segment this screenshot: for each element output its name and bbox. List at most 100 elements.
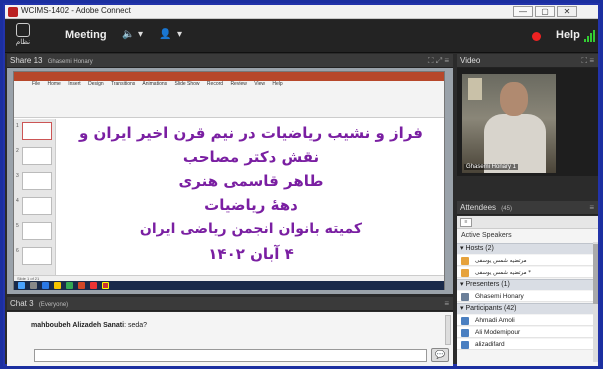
attendee-view-toggle-icon[interactable]: ≡ [460,218,472,227]
close-button[interactable]: ✕ [557,6,577,17]
attendee-row[interactable]: Ali Modemipour [457,327,598,338]
slide-text-line: طاهر قاسمی هنری [178,172,324,190]
slide-text-line: ۴ آبان ۱۴۰۲ [208,245,294,263]
ribbon-tab: Review [230,81,247,87]
hosts-group-header[interactable]: ▾ Hosts (2) [457,243,598,254]
slide-thumbnail: 4 [16,197,52,215]
ribbon-tab: Transitions [110,81,136,87]
start-icon [18,282,25,289]
attendee-row[interactable]: alizadifard [457,339,598,350]
chat-scrollbar[interactable] [445,315,451,345]
ribbon-tab: Animations [142,81,168,87]
slide-thumbnail: 5 [16,222,52,240]
share-presenter-name: Ghasemi Honary [47,59,93,65]
slide-text-line: کمیته بانوان انجمن ریاضی ایران [139,221,363,237]
slide-text-line: دههٔ ریاضیات [204,196,298,214]
chat-pod-menu-icon[interactable]: ≡ [444,297,449,311]
speaker-dropdown-icon[interactable]: ▾ [138,29,143,40]
participants-group-header[interactable]: ▾ Participants (42) [457,303,598,314]
webcam-video: Ghasemi Honary 1 [462,74,556,173]
chat-pod-header: Chat 3 (Everyone) ≡ [7,297,453,311]
windows-taskbar [14,281,444,290]
window-title-bar: WCIMS-1402 - Adobe Connect — ▢ ✕ [5,5,598,19]
speaker-icon[interactable]: 🔈 [122,29,134,40]
share-pod-content: File Home Insert Design Transitions Anim… [7,68,453,294]
video-pod-content: Ghasemi Honary 1 [457,68,598,176]
current-slide: فراز و نشیب ریاضیات در نیم قرن اخیر ایرا… [58,120,444,274]
slide-thumbnail: 1 [16,122,52,140]
taskbar-app-icon [30,282,37,289]
video-participant-name: Ghasemi Honary 1 [464,164,519,170]
taskbar-app-icon [102,282,109,289]
host-icon [461,257,469,265]
ribbon-tab: Home [47,81,61,87]
taskbar-app-icon [42,282,49,289]
active-speakers-label: Active Speakers [461,232,512,239]
meeting-menu[interactable]: Meeting [65,29,107,41]
ribbon-tab: Record [206,81,224,87]
ribbon-tab: File [32,81,41,87]
ribbon-tab: Insert [68,81,81,87]
attendees-pod-menu-icon[interactable]: ≡ [589,201,594,215]
video-pod-title: Video [460,56,481,65]
recording-indicator-icon [532,32,541,41]
taskbar-app-icon [54,282,61,289]
ribbon-tab: Help [272,81,283,87]
share-pod-menu-icon[interactable]: ⛶ ⤢ ≡ [428,54,449,68]
participant-icon [461,341,469,349]
ribbon-tab: View [254,81,265,87]
ribbon-tab: Design [88,81,104,87]
attendees-pod-title: Attendees [460,203,497,212]
slide-thumbnail-pane: 1 2 3 4 5 6 [14,119,56,275]
send-message-icon[interactable]: 💬 [431,348,449,362]
host-icon [461,269,469,277]
attendees-count: (45) [501,206,512,212]
attendees-pod-content: ≡ Active Speakers ▾ Hosts (2) مرتضیه شمس… [457,216,598,366]
window-title: WCIMS-1402 - Adobe Connect [21,6,131,15]
attendee-row[interactable]: مرتضیه شمس یوسفی * [457,267,598,278]
maximize-button[interactable]: ▢ [535,6,555,17]
share-pod-header: Share 13 Ghasemi Honary ⛶ ⤢ ≡ [7,54,453,68]
attendees-toolbar: ≡ [457,216,598,229]
taskbar-app-icon [66,282,73,289]
org-logo: نظام [10,23,36,49]
share-pod-title: Share 13 [10,56,43,65]
slide-thumbnail: 2 [16,147,52,165]
slide-thumbnail: 3 [16,172,52,190]
presenters-group-header[interactable]: ▾ Presenters (1) [457,279,598,290]
chat-message: mahboubeh Alizadeh Sanati: seda? [31,322,148,329]
status-dropdown-icon[interactable]: ▾ [177,29,182,40]
powerpoint-title-bar [14,72,444,81]
video-pod-header: Video ⛶ ≡ [457,54,598,68]
attendee-row[interactable]: مرتضیه شمس یوسفی [457,255,598,266]
taskbar-app-icon [90,282,97,289]
chat-sender: mahboubeh Alizadeh Sanati [31,322,125,329]
ribbon-tab: Slide Show [174,81,200,87]
taskbar-app-icon [78,282,85,289]
connection-signal-icon [584,30,596,42]
chat-text: seda? [127,322,148,329]
attendee-row[interactable]: Ghasemi Honary [457,291,598,302]
powerpoint-ribbon-tabs: File Home Insert Design Transitions Anim… [14,81,444,88]
help-menu[interactable]: Help [556,29,580,41]
attendees-pod-header: Attendees (45) ≡ [457,201,598,215]
slide-title-line: فراز و نشیب ریاضیات در نیم قرن اخیر ایرا… [79,124,423,142]
presenter-icon [461,293,469,301]
logo-icon [16,23,30,37]
logo-caption: نظام [15,39,31,46]
participant-icon [461,329,469,337]
video-pod-menu-icon[interactable]: ⛶ ≡ [582,54,595,68]
slide-thumbnail: 6 [16,247,52,265]
slide-text-line: نقش دکتر مصاحب [182,148,320,166]
attendees-scrollbar[interactable] [593,242,598,362]
minimize-button[interactable]: — [513,6,533,17]
chat-input[interactable] [34,349,427,362]
person-status-icon[interactable]: 👤 [159,29,171,40]
adobe-connect-window: WCIMS-1402 - Adobe Connect — ▢ ✕ نظام Me… [3,3,600,366]
powerpoint-window: File Home Insert Design Transitions Anim… [13,71,445,290]
attendee-row[interactable]: Ahmadi Amoli [457,315,598,326]
app-icon [8,7,18,17]
chat-pod-title: Chat 3 [10,299,34,308]
chat-pod-content: mahboubeh Alizadeh Sanati: seda? 💬 [7,312,453,366]
participant-icon [461,317,469,325]
